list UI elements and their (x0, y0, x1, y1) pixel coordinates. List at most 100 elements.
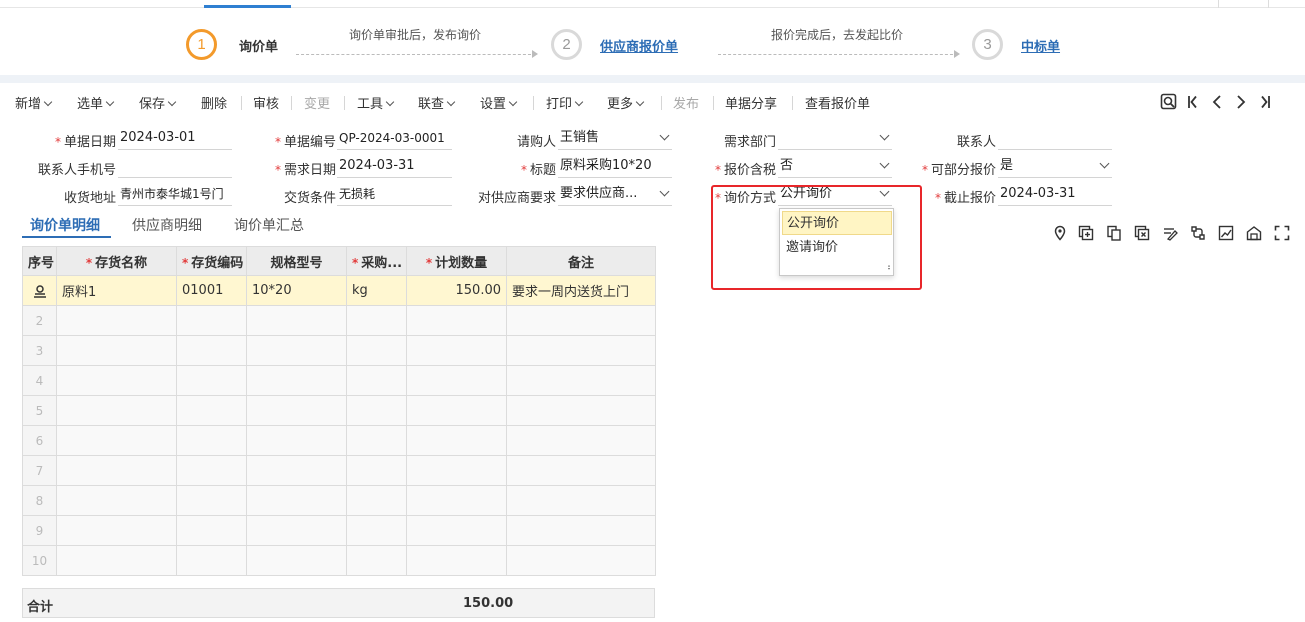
empty-cell[interactable] (56, 545, 177, 576)
empty-cell[interactable] (56, 515, 177, 546)
empty-cell[interactable] (176, 335, 247, 366)
empty-cell[interactable] (346, 485, 407, 516)
empty-cell[interactable] (246, 335, 347, 366)
empty-cell[interactable] (506, 455, 656, 486)
empty-cell[interactable] (176, 455, 247, 486)
fullscreen-icon[interactable] (1274, 225, 1290, 241)
empty-cell[interactable] (176, 305, 247, 336)
tab-inquiry-details[interactable]: 询价单明细 (30, 215, 100, 235)
step-3-link[interactable]: 中标单 (1021, 36, 1060, 55)
empty-cell[interactable] (246, 425, 347, 456)
tools-menu[interactable]: 工具 (357, 93, 395, 112)
table-row[interactable]: 4 (22, 365, 656, 396)
empty-cell[interactable] (506, 545, 656, 576)
delivery-field[interactable]: 无损耗 (337, 184, 452, 206)
empty-cell[interactable] (246, 545, 347, 576)
first-record-icon[interactable] (1184, 93, 1202, 111)
empty-cell[interactable] (346, 455, 407, 486)
empty-cell[interactable] (56, 335, 177, 366)
empty-cell[interactable] (246, 365, 347, 396)
prev-record-icon[interactable] (1208, 93, 1226, 111)
new-button[interactable]: 新增 (15, 93, 53, 112)
empty-cell[interactable] (406, 515, 507, 546)
row-edit-cell[interactable] (22, 275, 57, 306)
step-2-link[interactable]: 供应商报价单 (600, 36, 678, 55)
empty-cell[interactable] (56, 485, 177, 516)
empty-cell[interactable] (346, 335, 407, 366)
more-menu[interactable]: 更多 (607, 93, 645, 112)
col-header-item-name[interactable]: * 存货名称 (56, 246, 177, 276)
cell-item-code[interactable]: 01001 (176, 275, 247, 306)
view-quotes-button[interactable]: 查看报价单 (805, 93, 870, 112)
empty-cell[interactable] (246, 485, 347, 516)
cell-note[interactable]: 要求一周内送货上门 (506, 275, 656, 306)
empty-cell[interactable] (406, 305, 507, 336)
empty-cell[interactable] (506, 365, 656, 396)
search-doc-icon[interactable] (1160, 93, 1178, 111)
table-row[interactable]: 9 (22, 515, 656, 546)
location-pin-icon[interactable] (1052, 225, 1068, 241)
empty-cell[interactable] (56, 365, 177, 396)
col-header-note[interactable]: 备注 (506, 246, 656, 276)
partial-quote-select[interactable]: 是 (998, 156, 1112, 178)
publish-button[interactable]: 发布 (673, 93, 699, 112)
cell-item-name[interactable]: 原料1 (56, 275, 177, 306)
empty-cell[interactable] (506, 425, 656, 456)
delete-row-icon[interactable] (1134, 225, 1150, 241)
audit-button[interactable]: 审核 (253, 93, 279, 112)
empty-cell[interactable] (56, 425, 177, 456)
empty-cell[interactable] (346, 515, 407, 546)
dept-select[interactable] (778, 128, 892, 150)
table-row[interactable]: 2 (22, 305, 656, 336)
doc-no-field[interactable]: QP-2024-03-0001 (337, 128, 452, 150)
doc-date-field[interactable]: 2024-03-01 (118, 128, 232, 150)
table-row[interactable]: 5 (22, 395, 656, 426)
split-icon[interactable] (1190, 225, 1206, 241)
empty-cell[interactable] (176, 545, 247, 576)
table-row[interactable]: 7 (22, 455, 656, 486)
settings-menu[interactable]: 设置 (480, 93, 518, 112)
empty-cell[interactable] (176, 395, 247, 426)
empty-cell[interactable] (506, 515, 656, 546)
empty-cell[interactable] (176, 425, 247, 456)
empty-cell[interactable] (406, 485, 507, 516)
empty-cell[interactable] (406, 545, 507, 576)
batch-edit-icon[interactable] (1162, 225, 1178, 241)
delete-button[interactable]: 删除 (201, 93, 227, 112)
empty-cell[interactable] (346, 305, 407, 336)
empty-cell[interactable] (506, 305, 656, 336)
title-field[interactable]: 原料采购10*20 (558, 156, 672, 178)
empty-cell[interactable] (346, 395, 407, 426)
empty-cell[interactable] (346, 425, 407, 456)
empty-cell[interactable] (246, 455, 347, 486)
contact-field[interactable] (998, 128, 1112, 150)
empty-cell[interactable] (56, 455, 177, 486)
insert-row-icon[interactable] (1078, 225, 1094, 241)
table-row[interactable]: 8 (22, 485, 656, 516)
select-doc-button[interactable]: 选单 (77, 93, 115, 112)
empty-cell[interactable] (56, 305, 177, 336)
empty-cell[interactable] (246, 395, 347, 426)
col-header-plan-qty[interactable]: * 计划数量 (406, 246, 507, 276)
tab-inquiry-summary[interactable]: 询价单汇总 (234, 215, 304, 235)
empty-cell[interactable] (176, 485, 247, 516)
supplier-req-select[interactable]: 要求供应商... (558, 184, 672, 206)
need-date-field[interactable]: 2024-03-31 (337, 156, 452, 178)
empty-cell[interactable] (406, 335, 507, 366)
table-row[interactable]: 6 (22, 425, 656, 456)
col-header-item-code[interactable]: * 存货编码 (176, 246, 247, 276)
table-row[interactable]: 3 (22, 335, 656, 366)
empty-cell[interactable] (506, 395, 656, 426)
warehouse-icon[interactable] (1246, 225, 1262, 241)
copy-row-icon[interactable] (1106, 225, 1122, 241)
empty-cell[interactable] (406, 455, 507, 486)
empty-cell[interactable] (176, 365, 247, 396)
empty-cell[interactable] (176, 515, 247, 546)
empty-cell[interactable] (346, 545, 407, 576)
linked-query-menu[interactable]: 联查 (418, 93, 456, 112)
empty-cell[interactable] (56, 395, 177, 426)
empty-cell[interactable] (506, 485, 656, 516)
empty-cell[interactable] (346, 365, 407, 396)
cell-spec[interactable]: 10*20 (246, 275, 347, 306)
empty-cell[interactable] (246, 515, 347, 546)
